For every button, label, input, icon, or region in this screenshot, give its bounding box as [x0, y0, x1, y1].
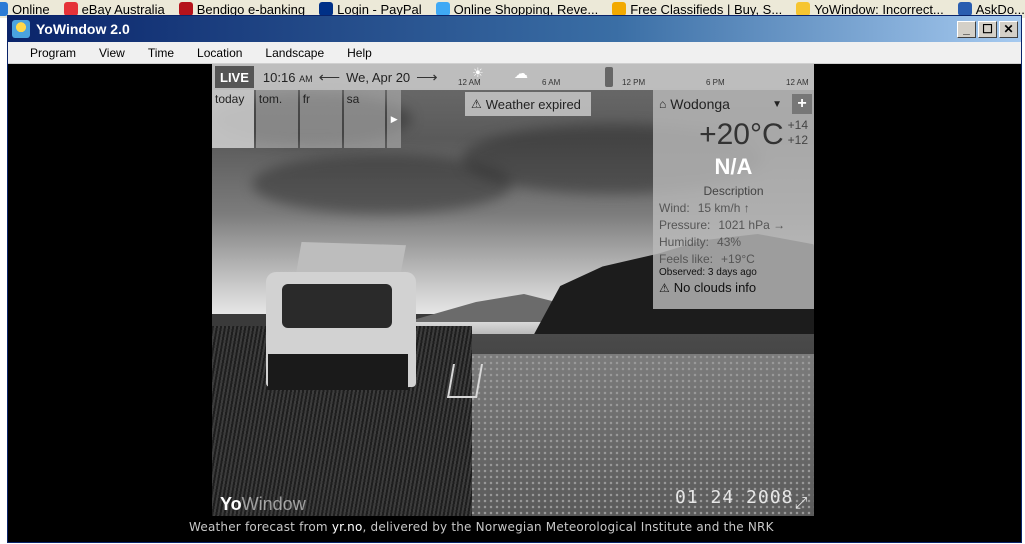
yowindow-app-icon[interactable] — [12, 20, 30, 38]
credit-prefix: Weather forecast from — [189, 520, 328, 534]
menu-bar: Program View Time Location Landscape Hel… — [8, 42, 1021, 64]
humidity-label: Humidity: — [659, 235, 710, 249]
wind-direction-icon: ↑ — [743, 201, 750, 215]
bookmark-favicon-icon — [612, 2, 627, 16]
photo-date-stamp: 01 24 2008 — [675, 487, 794, 508]
weather-expired-alert[interactable]: ⚠ Weather expired — [465, 92, 591, 116]
camp-chair — [447, 364, 483, 398]
current-temperature: +20°C — [699, 118, 784, 151]
observed-value: 3 days ago — [707, 267, 757, 278]
bookmark-favicon-icon — [957, 2, 972, 16]
clouds-info: ⚠ No clouds info — [659, 280, 808, 295]
tab-today[interactable]: today — [212, 90, 254, 148]
location-selector[interactable]: ⌂ Wodonga ▼ + — [659, 94, 812, 114]
tick-label: 12 PM — [622, 78, 646, 87]
tab-friday[interactable]: fr — [299, 90, 342, 148]
humidity-value: 43% — [717, 235, 742, 249]
temp-low: +12 — [787, 133, 808, 147]
timeline-bar[interactable]: LIVE 10:16 AM ⟵ We, Apr 20 ⟶ 12 AM 6 AM … — [212, 64, 814, 90]
close-button[interactable]: ✕ — [999, 20, 1018, 38]
wind-row: Wind: 15 km/h ↑ — [659, 201, 808, 215]
bookmark-favicon-icon — [63, 2, 78, 16]
pressure-value: 1021 hPa → — [718, 218, 786, 232]
add-location-button[interactable]: + — [792, 94, 812, 114]
yowindow-logo[interactable]: YoWindow — [220, 494, 306, 515]
timeline-handle[interactable] — [605, 67, 613, 87]
wind-label: Wind: — [659, 201, 690, 215]
time-value: 10:16 — [262, 69, 296, 85]
yr-no-link[interactable]: yr.no — [332, 520, 363, 534]
van-roof — [296, 242, 406, 274]
observed-label: Observed: — [659, 267, 706, 278]
bookmark-favicon-icon — [796, 2, 811, 16]
window-title: YoWindow 2.0 — [36, 21, 130, 37]
chevron-down-icon[interactable]: ▼ — [772, 99, 782, 110]
logo-light: Window — [241, 494, 306, 514]
day-tabs: today tom. fr sa ▶ — [212, 90, 401, 148]
logo-bold: Yo — [220, 494, 242, 514]
warning-icon: ⚠ — [471, 97, 482, 111]
camper-van — [258, 242, 416, 402]
humidity-row: Humidity: 43% — [659, 235, 808, 249]
partly-sunny-icon: ☀ — [472, 65, 484, 80]
pressure-label: Pressure: — [659, 218, 711, 232]
fullscreen-icon[interactable]: ⤢ — [792, 495, 810, 513]
time-ampm: AM — [299, 73, 313, 84]
feels-like-label: Feels like: — [659, 252, 714, 266]
tick-label: 6 PM — [706, 78, 725, 87]
tab-saturday[interactable]: sa — [343, 90, 386, 148]
bookmark-favicon-icon — [319, 2, 334, 16]
title-bar[interactable]: YoWindow 2.0 _ ☐ ✕ — [8, 16, 1021, 42]
location-name: Wodonga — [670, 96, 730, 112]
bookmark-favicon-icon — [435, 2, 450, 16]
tick-label: 12 AM — [786, 78, 809, 87]
menu-landscape[interactable]: Landscape — [253, 46, 335, 60]
main-content: YoWindow 01 24 2008 ⤢ LIVE 10:16 AM ⟵ We… — [8, 64, 1021, 542]
tick-label: 6 AM — [542, 78, 561, 87]
live-button[interactable]: LIVE — [215, 66, 254, 88]
tab-tomorrow[interactable]: tom. — [255, 90, 298, 148]
alert-text: Weather expired — [485, 96, 581, 112]
clouds-text: No clouds info — [673, 280, 757, 295]
feels-like-value: +19°C — [721, 252, 755, 266]
menu-program[interactable]: Program — [19, 46, 87, 60]
current-date: We, Apr 20 — [346, 69, 411, 85]
weather-panel: ⌂ Wodonga ▼ + +20°C +14 +12 N/A Descripti… — [653, 90, 814, 309]
pressure-row: Pressure: 1021 hPa → — [659, 218, 808, 232]
minimize-button[interactable]: _ — [957, 20, 976, 38]
timeline-ticks[interactable]: 12 AM 6 AM 12 PM 6 PM 12 AM — [458, 64, 814, 90]
temperature-range: +14 +12 — [788, 118, 808, 148]
bookmark-favicon-icon — [0, 2, 8, 16]
credit-suffix: , delivered by the Norwegian Meteorologi… — [362, 520, 774, 534]
condition-text: N/A — [714, 154, 753, 179]
menu-location[interactable]: Location — [185, 46, 253, 60]
observed-row: Observed: 3 days ago — [659, 267, 808, 278]
arrow-left-icon[interactable]: ⟵ — [319, 68, 341, 86]
maximize-button[interactable]: ☐ — [978, 20, 997, 38]
current-time: 10:16 AM — [263, 70, 313, 85]
description-label: Description — [703, 184, 764, 198]
van-grille — [268, 354, 408, 390]
cloud-icon: ☁ — [514, 65, 528, 81]
arrow-right-icon[interactable]: ⟶ — [416, 68, 438, 86]
temp-high: +14 — [787, 118, 808, 132]
menu-time[interactable]: Time — [136, 46, 185, 60]
menu-view[interactable]: View — [87, 46, 136, 60]
warning-icon: ⚠ — [659, 280, 670, 295]
van-windshield — [282, 284, 392, 328]
forecast-credit: Weather forecast from yr.no, delivered b… — [189, 520, 774, 534]
next-days-icon[interactable]: ▶ — [387, 90, 401, 148]
home-icon: ⌂ — [659, 97, 667, 111]
temperature-row: +20°C +14 +12 — [659, 118, 808, 152]
window-controls: _ ☐ ✕ — [957, 20, 1018, 38]
wind-value: 15 km/h — [697, 201, 741, 215]
bookmark-favicon-icon — [178, 2, 193, 16]
feels-like-row: Feels like: +19°C — [659, 252, 808, 266]
yowindow-window: YoWindow 2.0 _ ☐ ✕ Program View Time Loc… — [7, 15, 1022, 543]
menu-help[interactable]: Help — [335, 46, 383, 60]
